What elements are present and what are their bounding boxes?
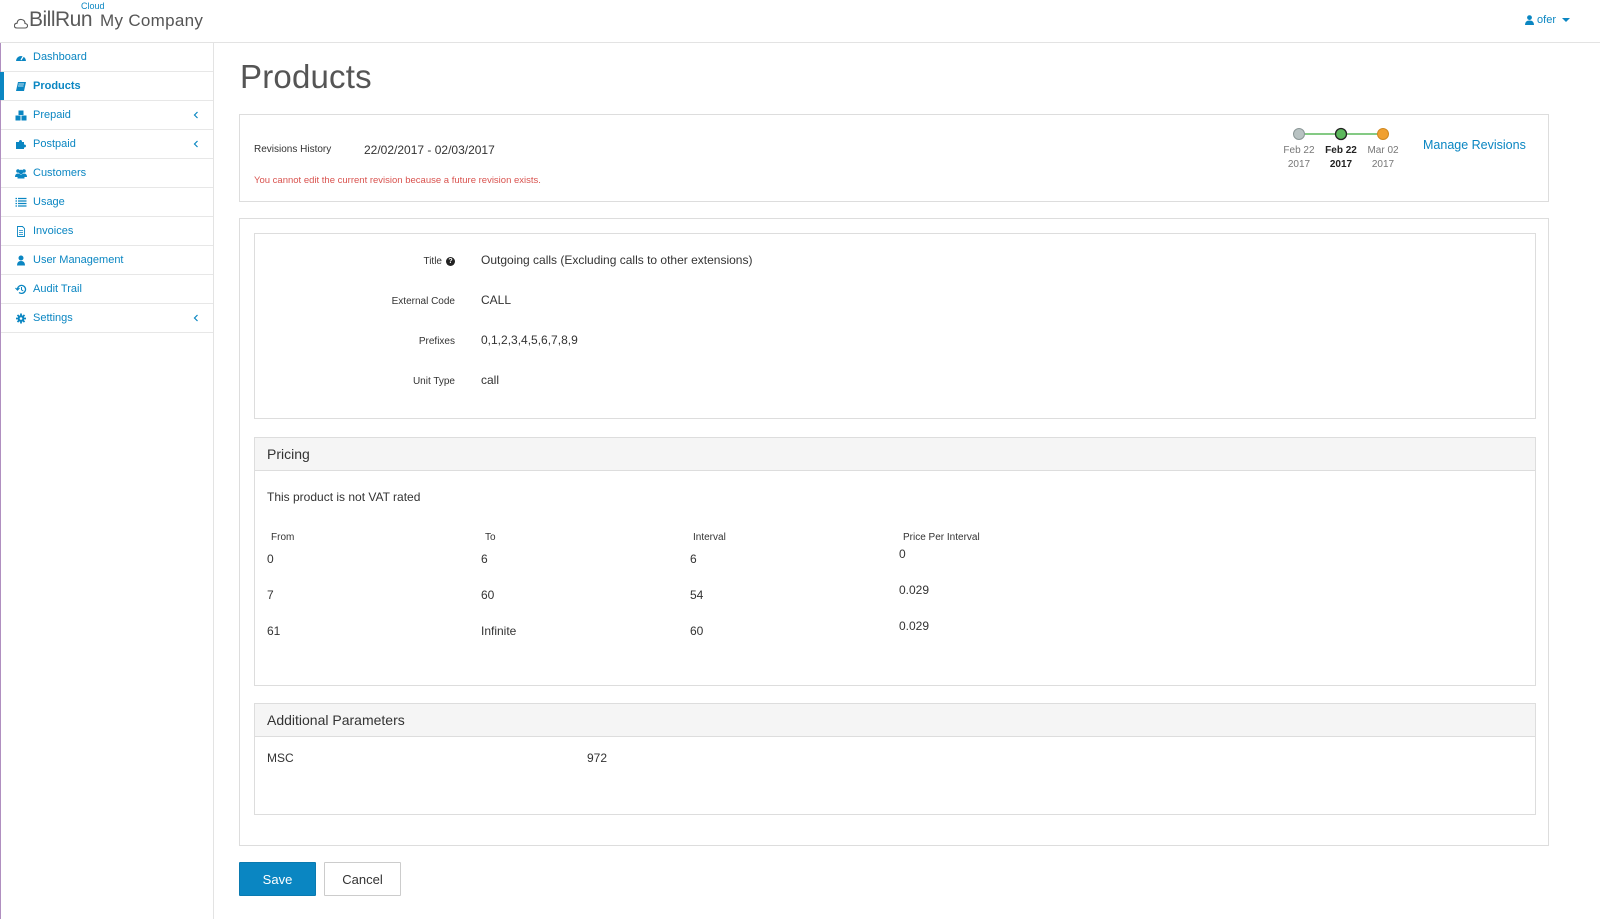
param-value[interactable]: 972 — [587, 751, 607, 765]
field-label: Title ? — [423, 256, 455, 267]
user-icon — [17, 255, 25, 265]
sidebar-item-user-management[interactable]: User Management — [1, 246, 213, 275]
cancel-button[interactable]: Cancel — [324, 862, 401, 896]
sidebar-item-audit-trail[interactable]: Audit Trail — [1, 275, 213, 304]
field-label: Prefixes — [418, 336, 455, 347]
pricing-section: Pricing This product is not VAT rated Fr… — [254, 437, 1536, 686]
field-prefixes: Prefixes 0,1,2,3,4,5,6,7,8,9 — [255, 333, 1535, 353]
cubes-icon — [15, 110, 27, 120]
user-icon — [1525, 15, 1535, 25]
puzzle-icon — [16, 139, 26, 149]
sidebar-item-invoices[interactable]: Invoices — [1, 217, 213, 246]
sidebar-item-label: User Management — [33, 254, 124, 266]
sidebar-item-dashboard[interactable]: Dashboard — [1, 43, 213, 72]
user-menu[interactable]: ofer — [1525, 14, 1570, 26]
field-unit-type: Unit Type call — [255, 373, 1535, 393]
param-name: MSC — [267, 751, 294, 765]
tier-from[interactable]: 7 — [267, 588, 274, 602]
field-external-code: External Code CALL — [255, 293, 1535, 313]
timeline-year: 2017 — [1288, 159, 1311, 170]
users-icon — [15, 168, 27, 178]
tier-price[interactable]: 0 — [899, 547, 906, 561]
chevron-left-icon — [193, 111, 198, 119]
additional-parameters-heading: Additional Parameters — [255, 704, 1535, 737]
sidebar-item-label: Customers — [33, 167, 87, 179]
tier-from[interactable]: 0 — [267, 552, 274, 566]
brand-name: BillRun Cloud — [29, 1, 105, 31]
sidebar-item-label: Prepaid — [33, 109, 71, 121]
tier-to[interactable]: Infinite — [481, 624, 516, 638]
field-label: External Code — [391, 296, 455, 307]
sidebar-item-postpaid[interactable]: Postpaid — [1, 130, 213, 159]
external-code-value[interactable]: CALL — [481, 293, 511, 307]
sidebar-item-prepaid[interactable]: Prepaid — [1, 101, 213, 130]
sidebar-item-label: Usage — [33, 196, 65, 208]
revision-date-range: 22/02/2017 - 02/03/2017 — [364, 143, 495, 157]
column-header-from: From — [271, 532, 295, 543]
sidebar-item-label: Products — [33, 80, 81, 92]
sidebar-item-usage[interactable]: Usage — [1, 188, 213, 217]
timeline-year: 2017 — [1330, 159, 1353, 170]
top-navbar: BillRun Cloud My Company ofer — [0, 0, 1600, 43]
prefixes-value[interactable]: 0,1,2,3,4,5,6,7,8,9 — [481, 333, 578, 347]
question-circle-icon[interactable]: ? — [446, 257, 455, 266]
timeline-date: Feb 22 — [1283, 145, 1315, 156]
cloud-icon — [14, 18, 28, 29]
unit-type-value[interactable]: call — [481, 373, 499, 387]
chevron-left-icon — [193, 314, 198, 322]
user-name: ofer — [1537, 14, 1556, 26]
revisions-history-label: Revisions History — [254, 144, 332, 155]
field-title: Title ? Outgoing calls (Excluding calls … — [255, 253, 1535, 273]
product-form-panel: Title ? Outgoing calls (Excluding calls … — [239, 218, 1549, 846]
caret-down-icon — [1562, 18, 1570, 22]
sidebar-item-label: Postpaid — [33, 138, 76, 150]
tier-to[interactable]: 60 — [481, 588, 494, 602]
tier-interval[interactable]: 60 — [690, 624, 703, 638]
list-icon — [15, 197, 27, 207]
tier-from[interactable]: 61 — [267, 624, 280, 638]
sidebar-item-label: Invoices — [33, 225, 74, 237]
timeline-year: 2017 — [1372, 159, 1395, 170]
column-header-price: Price Per Interval — [903, 532, 980, 543]
vat-note: This product is not VAT rated — [267, 490, 421, 504]
sidebar-item-customers[interactable]: Customers — [1, 159, 213, 188]
sidebar-item-products[interactable]: Products — [0, 72, 213, 101]
tier-interval[interactable]: 54 — [690, 588, 703, 602]
revisions-panel: Revisions History 22/02/2017 - 02/03/201… — [239, 114, 1549, 202]
gear-icon — [16, 313, 26, 323]
brand-cloud-label: Cloud — [81, 1, 105, 11]
tier-price[interactable]: 0.029 — [899, 583, 929, 597]
file-icon — [17, 225, 25, 237]
title-value[interactable]: Outgoing calls (Excluding calls to other… — [481, 253, 752, 267]
tier-interval[interactable]: 6 — [690, 552, 697, 566]
save-button[interactable]: Save — [239, 862, 316, 896]
tier-to[interactable]: 6 — [481, 552, 488, 566]
dashboard-icon — [16, 55, 26, 61]
additional-parameters-section: Additional Parameters MSC 972 — [254, 703, 1536, 815]
sidebar-item-settings[interactable]: Settings — [1, 304, 213, 333]
column-header-interval: Interval — [693, 532, 726, 543]
timeline-date: Feb 22 — [1325, 145, 1357, 156]
sidebar: Dashboard Products Prepaid Postpaid Cust… — [0, 43, 214, 919]
product-details: Title ? Outgoing calls (Excluding calls … — [254, 233, 1536, 419]
column-header-to: To — [485, 532, 496, 543]
timeline-date: Mar 02 — [1367, 145, 1399, 156]
company-name: My Company — [100, 11, 204, 30]
tier-price[interactable]: 0.029 — [899, 619, 929, 633]
pricing-heading: Pricing — [255, 438, 1535, 471]
sidebar-item-label: Dashboard — [33, 51, 87, 63]
chevron-left-icon — [193, 140, 198, 148]
book-icon — [16, 81, 26, 91]
history-icon — [15, 284, 27, 294]
revision-timeline: Feb 22 2017 Feb 22 2017 Mar 02 2017 — [1283, 127, 1399, 170]
title-label: Title — [423, 256, 442, 267]
sidebar-item-label: Settings — [33, 312, 73, 324]
page-title: Products — [240, 58, 372, 95]
field-label: Unit Type — [412, 376, 455, 387]
sidebar-item-label: Audit Trail — [33, 283, 82, 295]
brand-logo[interactable]: BillRun Cloud My Company — [14, 1, 204, 36]
manage-revisions-link[interactable]: Manage Revisions — [1423, 138, 1526, 152]
revision-error-message: You cannot edit the current revision bec… — [254, 175, 541, 186]
